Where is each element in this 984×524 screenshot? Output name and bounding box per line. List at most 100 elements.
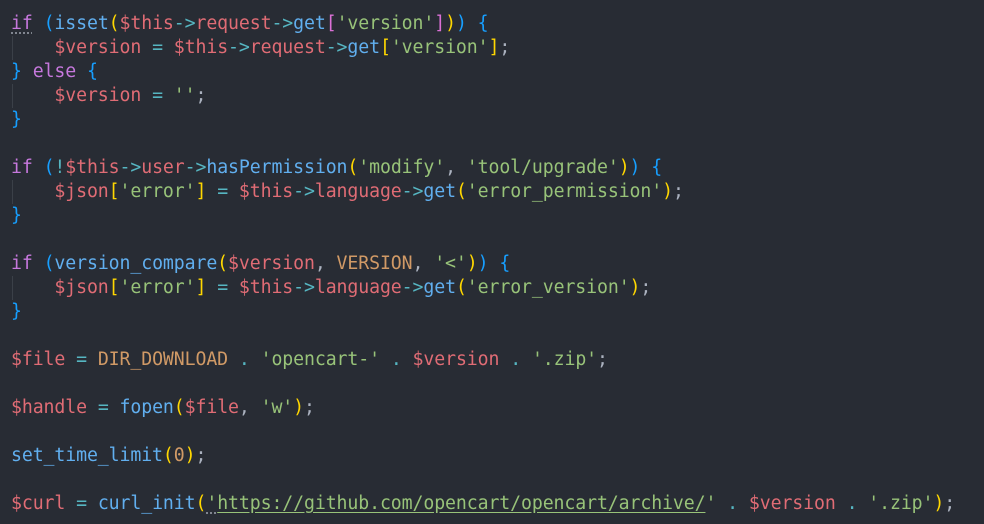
code-token: '.zip' [868,493,934,514]
code-token: ) [629,277,641,298]
code-token: = [76,493,87,514]
code-token: ] [195,181,207,202]
code-token: $json [54,181,109,202]
code-token: } [11,301,22,322]
code-token: ] [434,13,446,34]
code-token: = [152,37,163,58]
code-line[interactable]: } [11,300,22,324]
code-token: get [293,13,326,34]
code-token: ( [347,157,359,178]
code-token: { [86,61,98,82]
code-token: -> [325,37,348,58]
code-token: ' [705,493,717,514]
code-token: $handle [11,397,87,418]
code-token: 'opencart-' [260,349,380,370]
code-token: ; [195,445,207,466]
code-token: ) [477,253,489,274]
code-line[interactable]: $curl = curl_init('https://github.com/op… [11,492,955,516]
code-token: . [390,349,402,370]
code-line[interactable]: if (isset($this->request->get['version']… [11,12,489,36]
code-line[interactable]: } [11,108,22,132]
code-token: 'tool/upgrade' [466,157,619,178]
code-token: [ [325,13,337,34]
code-token: } [11,61,22,82]
code-line[interactable]: if (!$this->user->hasPermission('modify'… [11,156,662,180]
code-token: } [11,109,22,130]
code-token: $file [184,397,239,418]
code-token: user [141,157,185,178]
code-token: ) [455,13,467,34]
code-token: version_compare [54,253,218,274]
code-token: ' [206,493,218,514]
code-token: -> [173,13,196,34]
code-token: -> [401,277,424,298]
code-token: $version [54,85,142,106]
code-token: ; [195,85,207,106]
code-token: language [314,277,402,298]
code-line[interactable]: $file = DIR_DOWNLOAD . 'opencart-' . $ve… [11,348,608,372]
code-token: DIR_DOWNLOAD [97,349,229,370]
code-token: ! [54,157,66,178]
code-token: = [217,181,229,202]
code-token: -> [228,37,250,58]
code-token: ( [455,181,467,202]
code-token: else [32,61,77,82]
code-token: ( [217,253,229,274]
code-token: if [11,157,33,178]
code-token: isset [54,13,109,34]
code-token: ( [173,397,185,418]
code-editor[interactable]: if (isset($this->request->get['version']… [0,0,984,524]
code-token: $version [748,493,836,514]
code-line[interactable]: $handle = fopen($file, 'w'); [11,396,315,420]
code-token: $this [119,13,174,34]
code-token: $this [65,157,120,178]
code-token: 'error' [119,181,196,202]
code-token: , [314,253,337,274]
code-token: '.zip' [531,349,598,370]
code-token: -> [293,277,315,298]
code-token: } [11,205,22,226]
code-token: -> [401,181,424,202]
code-line[interactable]: $version = $this->request->get['version'… [11,36,510,60]
code-token: . [510,349,522,370]
code-token: [ [379,37,391,58]
code-token: [ [108,181,120,202]
code-token: https://github.com/opencart/opencart/arc… [217,493,706,514]
code-line[interactable]: if (version_compare($version, VERSION, '… [11,252,510,276]
code-line[interactable]: $version = ''; [11,84,206,108]
code-token: ( [195,493,207,514]
code-token: ( [162,445,174,466]
code-token: 'modify' [358,157,446,178]
code-token: get [423,277,456,298]
code-token: ; [672,181,684,202]
code-token: -> [184,157,207,178]
code-token: get [423,181,456,202]
code-line[interactable]: set_time_limit(0); [11,444,206,468]
code-token: hasPermission [206,157,348,178]
code-token: 0 [173,445,185,466]
code-token: ) [618,157,630,178]
code-line[interactable]: $json['error'] = $this->language->get('e… [11,180,684,204]
code-token: ) [445,13,456,34]
code-token: 'version' [336,13,435,34]
code-line[interactable]: } else { [11,60,98,84]
code-token: 'w' [260,397,294,418]
code-token: $version [228,253,315,274]
code-token: ) [662,181,673,202]
code-line[interactable]: $json['error'] = $this->language->get('e… [11,276,651,300]
code-line[interactable]: } [11,204,22,228]
